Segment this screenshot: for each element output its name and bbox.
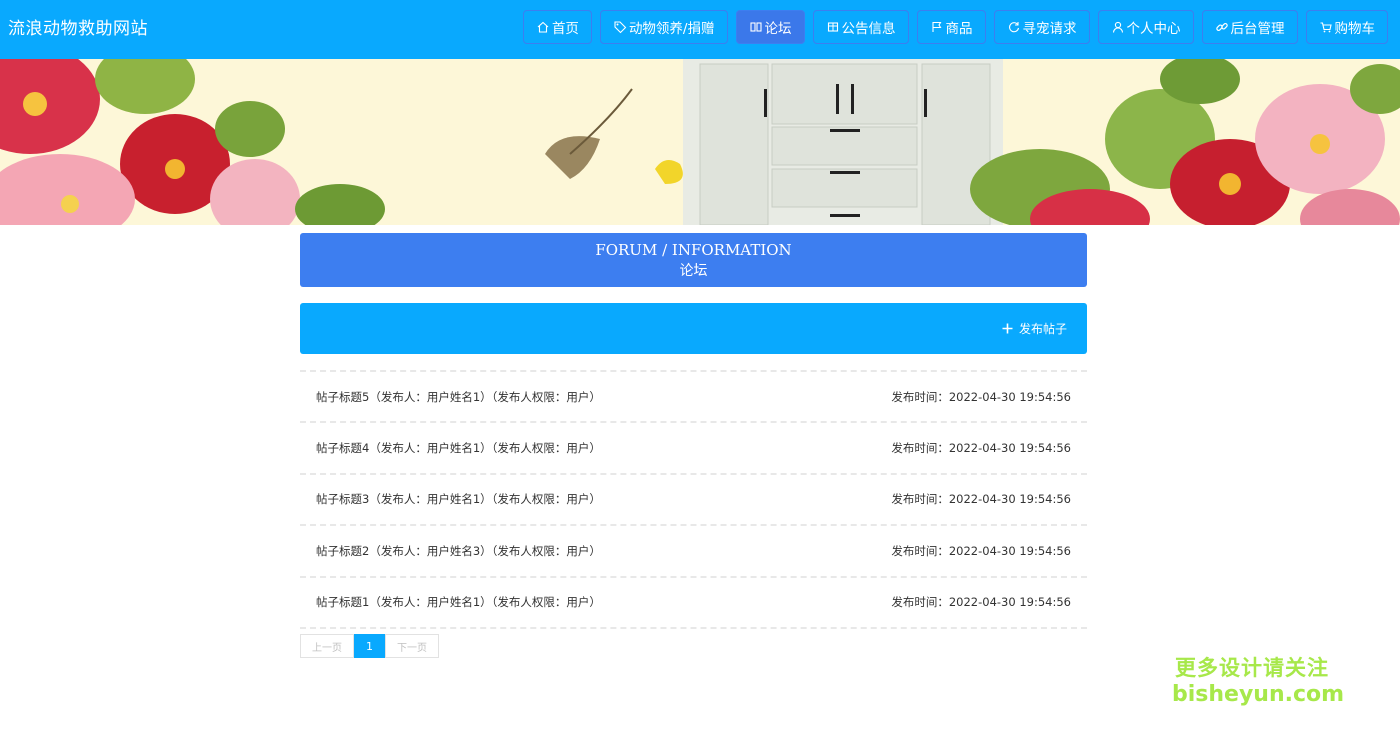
prev-page-button[interactable]: 上一页 <box>300 634 354 658</box>
banner-image <box>0 59 1400 225</box>
post-title[interactable]: 帖子标题1（发布人：用户姓名1）（发布人权限：用户） <box>316 594 601 610</box>
list-divider <box>300 626 1087 629</box>
plus-icon <box>1002 323 1013 334</box>
forum-icon <box>749 22 762 32</box>
nav-item-home[interactable]: 首页 <box>522 10 592 44</box>
pagination: 上一页 1 下一页 <box>300 634 439 658</box>
section-header: FORUM / INFORMATION 论坛 <box>300 233 1087 287</box>
post-row[interactable]: 帖子标题1（发布人：用户姓名1）（发布人权限：用户） 发布时间：2022-04-… <box>300 575 1087 627</box>
new-post-label: 发布帖子 <box>1018 322 1067 336</box>
post-title[interactable]: 帖子标题2（发布人：用户姓名3）（发布人权限：用户） <box>316 543 601 559</box>
post-title[interactable]: 帖子标题3（发布人：用户姓名1）（发布人权限：用户） <box>316 491 601 507</box>
next-page-button[interactable]: 下一页 <box>385 634 439 658</box>
nav-item-label: 首页 <box>551 21 579 37</box>
nav-item-label: 公告信息 <box>841 21 896 37</box>
site-title[interactable]: 流浪动物救助网站 <box>8 14 148 39</box>
post-row[interactable]: 帖子标题5（发布人：用户姓名1）（发布人权限：用户） 发布时间：2022-04-… <box>300 370 1087 421</box>
notice-icon <box>827 22 838 32</box>
nav-item-admin[interactable]: 后台管理 <box>1201 10 1298 44</box>
tag-icon <box>614 21 627 34</box>
post-list: 帖子标题5（发布人：用户姓名1）（发布人权限：用户） 发布时间：2022-04-… <box>300 370 1087 629</box>
nav-item-forum[interactable]: 论坛 <box>735 10 805 44</box>
nav-item-label: 动物领养/捐赠 <box>628 21 715 37</box>
nav-item-label: 购物车 <box>1334 21 1376 37</box>
nav-item-notice[interactable]: 公告信息 <box>812 10 909 44</box>
post-time: 发布时间：2022-04-30 19:54:56 <box>891 543 1071 558</box>
nav-item-label: 个人中心 <box>1126 21 1181 37</box>
cart-icon <box>1320 22 1332 33</box>
section-title-cn: 论坛 <box>679 263 708 279</box>
post-title[interactable]: 帖子标题4（发布人：用户姓名1）（发布人权限：用户） <box>316 440 601 456</box>
post-row[interactable]: 帖子标题2（发布人：用户姓名3）（发布人权限：用户） 发布时间：2022-04-… <box>300 524 1087 575</box>
top-navbar: 流浪动物救助网站 首页 动物领养/捐赠 论坛 公告信息 商品 寻宠请求 个人中心 <box>0 0 1400 59</box>
post-time: 发布时间：2022-04-30 19:54:56 <box>891 441 1071 456</box>
refresh-icon <box>1008 22 1019 33</box>
post-time: 发布时间：2022-04-30 19:54:56 <box>891 389 1071 404</box>
link-icon <box>1215 22 1228 32</box>
post-row[interactable]: 帖子标题4（发布人：用户姓名1）（发布人权限：用户） 发布时间：2022-04-… <box>300 421 1087 472</box>
main-nav: 首页 动物领养/捐赠 论坛 公告信息 商品 寻宠请求 个人中心 后台管理 购物车 <box>522 10 1388 44</box>
post-time: 发布时间：2022-04-30 19:54:56 <box>891 595 1071 610</box>
nav-item-label: 后台管理 <box>1230 21 1285 37</box>
current-page-button[interactable]: 1 <box>354 634 385 658</box>
post-time: 发布时间：2022-04-30 19:54:56 <box>891 492 1071 507</box>
nav-item-profile[interactable]: 个人中心 <box>1097 10 1194 44</box>
user-icon <box>1112 21 1123 33</box>
watermark: 更多设计请关注 bisheyun.com <box>1172 652 1345 707</box>
nav-item-pet-search[interactable]: 寻宠请求 <box>993 10 1090 44</box>
wardrobe-illustration <box>683 59 1003 225</box>
forum-toolbar: 发布帖子 <box>300 303 1087 354</box>
watermark-line2: bisheyun.com <box>1172 682 1345 707</box>
nav-item-label: 寻宠请求 <box>1022 21 1077 37</box>
banner-carousel[interactable] <box>0 59 1400 225</box>
post-title[interactable]: 帖子标题5（发布人：用户姓名1）（发布人权限：用户） <box>316 389 601 405</box>
nav-item-cart[interactable]: 购物车 <box>1305 10 1388 44</box>
watermark-line1: 更多设计请关注 <box>1175 656 1329 680</box>
home-icon <box>537 21 549 33</box>
nav-item-adoption[interactable]: 动物领养/捐赠 <box>599 10 728 44</box>
nav-item-products[interactable]: 商品 <box>916 10 986 44</box>
section-title-en: FORUM / INFORMATION <box>595 241 792 259</box>
post-row[interactable]: 帖子标题3（发布人：用户姓名1）（发布人权限：用户） 发布时间：2022-04-… <box>300 472 1087 524</box>
nav-item-label: 论坛 <box>764 21 792 37</box>
nav-item-label: 商品 <box>945 21 973 37</box>
flag-icon <box>931 21 941 32</box>
new-post-button[interactable]: 发布帖子 <box>1002 320 1067 337</box>
